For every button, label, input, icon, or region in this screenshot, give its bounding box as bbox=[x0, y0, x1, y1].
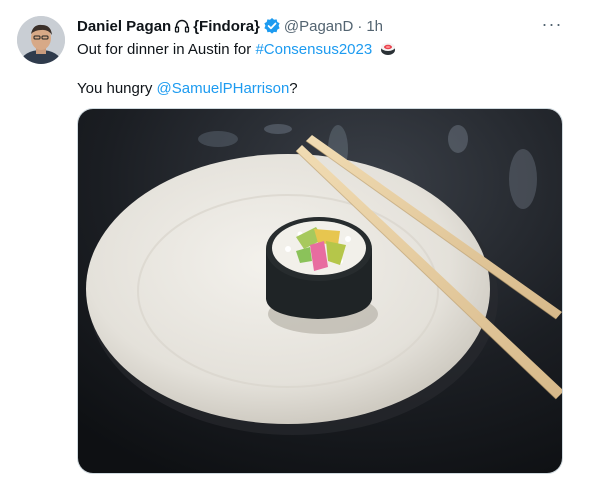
separator: · bbox=[357, 17, 363, 35]
timestamp[interactable]: 1h bbox=[366, 18, 383, 35]
tweet-text: ? bbox=[289, 80, 298, 97]
tweet-text: Out for dinner in Austin for bbox=[77, 41, 256, 58]
verified-badge-icon[interactable] bbox=[263, 17, 281, 35]
tweet-header: Daniel Pagan {Findora} @PaganD · 1h bbox=[77, 15, 383, 37]
tweet-text-line-2: You hungry @SamuelPHarrison? bbox=[77, 79, 298, 99]
avatar[interactable] bbox=[17, 16, 65, 64]
tweet-text: You hungry bbox=[77, 80, 157, 97]
display-name[interactable]: Daniel Pagan bbox=[77, 18, 171, 35]
sushi-emoji-icon bbox=[379, 39, 397, 57]
tweet-photo[interactable] bbox=[77, 108, 563, 474]
mention-link[interactable]: @SamuelPHarrison bbox=[157, 80, 290, 97]
hashtag-link[interactable]: #Consensus2023 bbox=[255, 41, 372, 58]
sushi-photo bbox=[78, 109, 562, 473]
tweet-text-line-1: Out for dinner in Austin for #Consensus2… bbox=[77, 39, 400, 60]
more-options-icon[interactable]: ··· bbox=[540, 14, 564, 34]
headphones-icon bbox=[174, 18, 190, 34]
display-name-suffix[interactable]: {Findora} bbox=[193, 18, 260, 35]
handle[interactable]: @PaganD bbox=[284, 18, 353, 35]
